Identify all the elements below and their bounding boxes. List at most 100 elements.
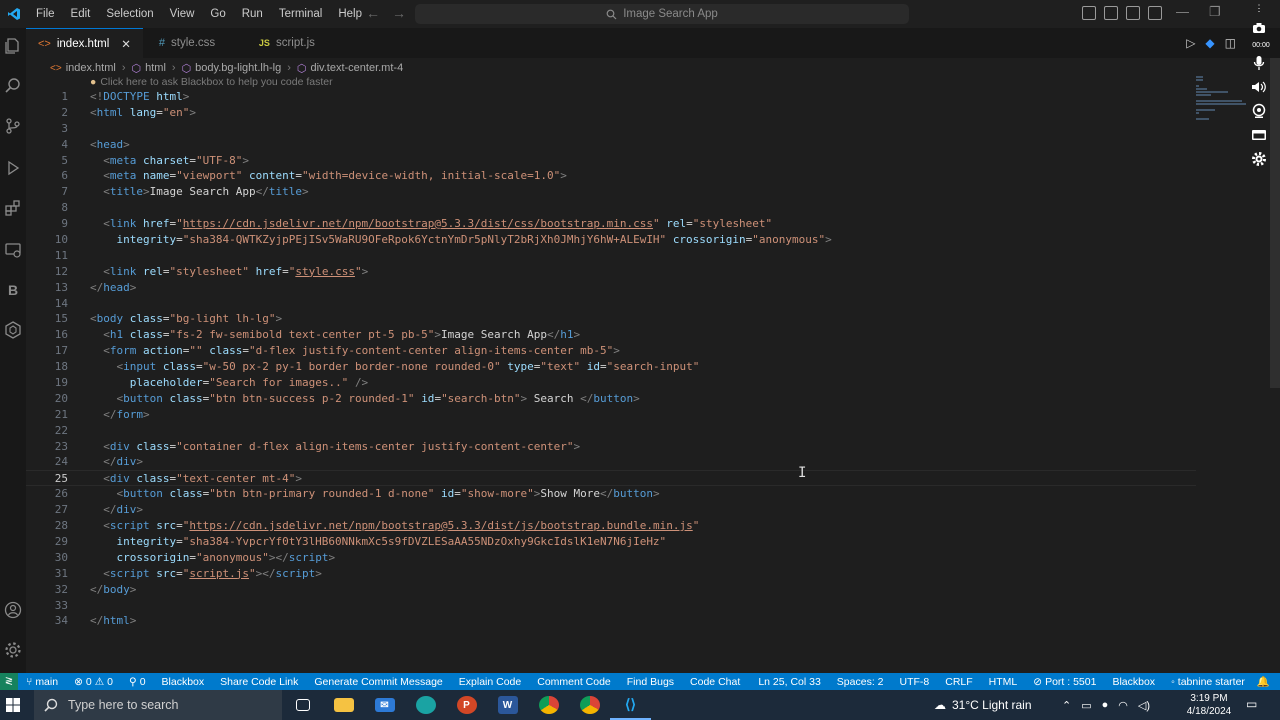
mail-icon[interactable]: ✉: [364, 690, 405, 720]
menu-go[interactable]: Go: [202, 0, 233, 28]
code-line[interactable]: 13 </head>: [26, 280, 1196, 296]
code-line[interactable]: 9 <link href="https://cdn.jsdelivr.net/n…: [26, 216, 1196, 232]
chrome-icon[interactable]: [528, 690, 569, 720]
microphone-icon[interactable]: [1248, 53, 1270, 73]
blackbox-icon[interactable]: B: [3, 280, 23, 300]
status-indentation[interactable]: Spaces: 2: [829, 675, 892, 688]
minimap[interactable]: [1196, 76, 1248, 122]
forward-arrow-icon[interactable]: →: [392, 5, 406, 21]
account-icon[interactable]: [3, 600, 23, 620]
customize-layout-icon[interactable]: [1148, 6, 1162, 20]
code-line[interactable]: 7 <title>Image Search App</title>: [26, 184, 1196, 200]
more-icon[interactable]: ⋮: [1248, 2, 1270, 14]
remote-indicator-icon[interactable]: ≷: [0, 673, 18, 690]
ports-indicator[interactable]: ⚲ 0: [121, 676, 154, 688]
code-line[interactable]: 2 <html lang="en">: [26, 105, 1196, 121]
bell-icon[interactable]: 🔔: [1253, 675, 1274, 688]
code-line[interactable]: 12 <link rel="stylesheet" href="style.cs…: [26, 264, 1196, 280]
code-line[interactable]: 30 crossorigin="anonymous"></script>: [26, 550, 1196, 566]
code-line[interactable]: 19 placeholder="Search for images.." />: [26, 375, 1196, 391]
breadcrumb-file[interactable]: index.html: [66, 62, 116, 74]
branch-indicator[interactable]: ⑂ main: [18, 676, 66, 688]
word-icon[interactable]: W: [487, 690, 528, 720]
problems-indicator[interactable]: ⊗ 0 ⚠ 0: [66, 676, 121, 688]
status-cursor-position[interactable]: Ln 25, Col 33: [750, 675, 828, 688]
code-line[interactable]: 18 <input class="w-50 px-2 py-1 border b…: [26, 359, 1196, 375]
run-icon[interactable]: ▷: [1186, 36, 1195, 50]
restore-icon[interactable]: ❐: [1209, 4, 1221, 20]
blackbox-hint[interactable]: ● Click here to ask Blackbox to help you…: [90, 76, 333, 88]
menu-file[interactable]: File: [28, 0, 63, 28]
vscode-taskbar-icon[interactable]: ⟨⟩: [610, 690, 651, 720]
toggle-panel-icon[interactable]: [1104, 6, 1118, 20]
status-code-chat[interactable]: Code Chat: [682, 676, 748, 688]
breadcrumb-html[interactable]: html: [145, 62, 166, 74]
tab-script-js[interactable]: JS script.js: [243, 28, 327, 58]
code-line[interactable]: 1 <!DOCTYPE html>: [26, 89, 1196, 105]
breadcrumb-body[interactable]: body.bg-light.lh-lg: [195, 62, 281, 74]
settings-gear-icon[interactable]: [1248, 149, 1270, 169]
file-explorer-icon[interactable]: [323, 690, 364, 720]
status-language[interactable]: HTML: [981, 675, 1026, 688]
weather-widget[interactable]: ☁ 31°C Light rain: [934, 690, 1032, 720]
status-tabnine[interactable]: ◦ tabnine starter: [1163, 675, 1253, 688]
tab-style-css[interactable]: # style.css: [143, 28, 243, 58]
back-arrow-icon[interactable]: ←: [366, 5, 380, 21]
code-line[interactable]: 15 <body class="bg-light lh-lg">: [26, 311, 1196, 327]
code-line[interactable]: 20 <button class="btn btn-success p-2 ro…: [26, 391, 1196, 407]
command-center-search[interactable]: Image Search App: [415, 4, 909, 24]
speaker-icon[interactable]: [1248, 77, 1270, 97]
remote-explorer-icon[interactable]: [3, 240, 23, 260]
code-line[interactable]: 23 <div class="container d-flex align-it…: [26, 439, 1196, 455]
status-eol[interactable]: CRLF: [937, 675, 980, 688]
screen-icon[interactable]: [1248, 125, 1270, 145]
code-line[interactable]: 6 <meta name="viewport" content="width=d…: [26, 168, 1196, 184]
tabnine-icon[interactable]: [3, 320, 23, 340]
status-blackbox-right[interactable]: Blackbox: [1104, 675, 1163, 688]
gear-icon[interactable]: [3, 640, 23, 660]
code-line[interactable]: 3: [26, 121, 1196, 137]
toggle-sidebar-icon[interactable]: [1082, 6, 1096, 20]
code-line[interactable]: 17 <form action="" class="d-flex justify…: [26, 343, 1196, 359]
mic-tray-icon[interactable]: ●: [1102, 699, 1109, 711]
code-line[interactable]: 26 <button class="btn btn-primary rounde…: [26, 486, 1196, 502]
network-icon[interactable]: ▭: [1081, 699, 1091, 712]
menu-run[interactable]: Run: [234, 0, 271, 28]
minimize-icon[interactable]: —: [1176, 4, 1189, 20]
volume-icon[interactable]: ◁): [1138, 699, 1150, 712]
explorer-icon[interactable]: [3, 36, 23, 56]
code-line[interactable]: 28 <script src="https://cdn.jsdelivr.net…: [26, 518, 1196, 534]
breadcrumb-div[interactable]: div.text-center.mt-4: [310, 62, 403, 74]
code-line[interactable]: 33: [26, 598, 1196, 614]
powerpoint-icon[interactable]: P: [446, 690, 487, 720]
menu-help[interactable]: Help: [330, 0, 370, 28]
status-find-bugs[interactable]: Find Bugs: [619, 676, 682, 688]
split-editor-icon[interactable]: ◫: [1225, 36, 1236, 50]
toggle-secondary-sidebar-icon[interactable]: [1126, 6, 1140, 20]
code-line[interactable]: 25 <div class="text-center mt-4">: [26, 470, 1196, 487]
taskbar-search-input[interactable]: Type here to search: [34, 690, 282, 720]
menu-edit[interactable]: Edit: [63, 0, 99, 28]
status-blackbox[interactable]: Blackbox: [154, 676, 213, 688]
code-line[interactable]: 34 </html>: [26, 613, 1196, 629]
code-line[interactable]: 27 </div>: [26, 502, 1196, 518]
code-line[interactable]: 24 </div>: [26, 454, 1196, 470]
edge-icon[interactable]: [405, 690, 446, 720]
menu-selection[interactable]: Selection: [98, 0, 161, 28]
code-line[interactable]: 14: [26, 296, 1196, 312]
taskbar-clock[interactable]: 3:19 PM 4/18/2024: [1184, 692, 1234, 718]
code-line[interactable]: 31 <script src="script.js"></script>: [26, 566, 1196, 582]
code-line[interactable]: 22: [26, 423, 1196, 439]
code-line[interactable]: 4 <head>: [26, 137, 1196, 153]
code-line[interactable]: 21 </form>: [26, 407, 1196, 423]
camera-icon[interactable]: [1248, 18, 1270, 38]
status-explain-code[interactable]: Explain Code: [451, 676, 529, 688]
code-line[interactable]: 11: [26, 248, 1196, 264]
webcam-icon[interactable]: [1248, 101, 1270, 121]
status-share-code-link[interactable]: Share Code Link: [212, 676, 306, 688]
close-icon[interactable]: ✕: [121, 37, 131, 51]
live-share-icon[interactable]: ◆: [1205, 36, 1214, 50]
task-view-icon[interactable]: [282, 690, 323, 720]
wifi-icon[interactable]: ◠: [1118, 699, 1128, 712]
search-icon[interactable]: [3, 76, 23, 96]
